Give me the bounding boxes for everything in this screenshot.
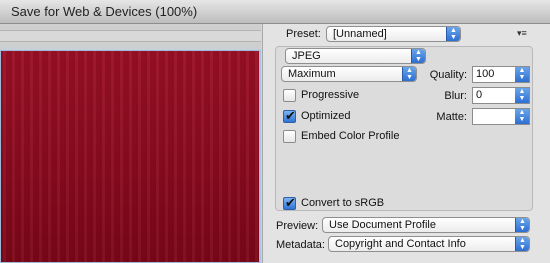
- preset-label: Preset:: [286, 28, 321, 40]
- matte-field[interactable]: ▲ ▼: [472, 108, 530, 125]
- updown-arrows-icon[interactable]: ▲ ▼: [515, 88, 529, 103]
- updown-arrows-icon: ▲ ▼: [402, 67, 416, 81]
- window-title: Save for Web & Devices (100%): [11, 4, 198, 19]
- panel-menu-icon[interactable]: ▾≡: [517, 28, 527, 39]
- quality-value: 100: [476, 68, 495, 80]
- quality-field[interactable]: 100 ▲ ▼: [472, 66, 530, 83]
- preset-value: [Unnamed]: [333, 28, 387, 40]
- preview-select[interactable]: Use Document Profile ▲ ▼: [322, 217, 530, 233]
- matte-label: Matte:: [436, 111, 467, 123]
- preview-label: Preview:: [276, 220, 319, 232]
- quality-label: Quality:: [429, 69, 467, 81]
- updown-arrows-icon: ▲ ▼: [515, 218, 529, 232]
- quality-preset-value: Maximum: [288, 68, 336, 80]
- metadata-label: Metadata:: [276, 239, 325, 251]
- optimized-checkbox[interactable]: [283, 108, 296, 124]
- metadata-select[interactable]: Copyright and Contact Info ▲ ▼: [328, 236, 530, 252]
- preview-tab-strip: [0, 30, 261, 42]
- updown-arrows-icon[interactable]: ▲ ▼: [515, 109, 529, 124]
- settings-panel: Preset: [Unnamed] ▲ ▼ ▾≡ JPEG ▲ ▼ Maximum …: [262, 24, 550, 263]
- optimized-label: Optimized: [301, 110, 351, 122]
- updown-arrows-icon: ▲ ▼: [411, 49, 425, 63]
- convert-srgb-checkbox[interactable]: [283, 195, 296, 211]
- blur-label: Blur:: [444, 90, 467, 102]
- blur-field[interactable]: 0 ▲ ▼: [472, 87, 530, 104]
- progressive-label: Progressive: [301, 89, 360, 101]
- embed-color-profile-checkbox[interactable]: [283, 130, 296, 143]
- metadata-value: Copyright and Contact Info: [335, 238, 466, 250]
- preset-select[interactable]: [Unnamed] ▲ ▼: [326, 26, 461, 42]
- blur-value: 0: [476, 89, 483, 101]
- updown-arrows-icon: ▲ ▼: [446, 27, 460, 41]
- updown-arrows-icon: ▲ ▼: [515, 237, 529, 251]
- quality-preset-select[interactable]: Maximum ▲ ▼: [281, 66, 417, 82]
- preview-value: Use Document Profile: [329, 219, 436, 231]
- image-preview[interactable]: [0, 50, 261, 263]
- format-select[interactable]: JPEG ▲ ▼: [285, 48, 426, 64]
- progressive-checkbox[interactable]: [283, 89, 296, 102]
- convert-srgb-label: Convert to sRGB: [301, 197, 385, 209]
- updown-arrows-icon[interactable]: ▲ ▼: [515, 67, 529, 82]
- title-bar: Save for Web & Devices (100%): [0, 0, 550, 24]
- embed-color-profile-label: Embed Color Profile: [301, 130, 400, 142]
- format-value: JPEG: [292, 50, 321, 62]
- preview-pane: [0, 24, 261, 263]
